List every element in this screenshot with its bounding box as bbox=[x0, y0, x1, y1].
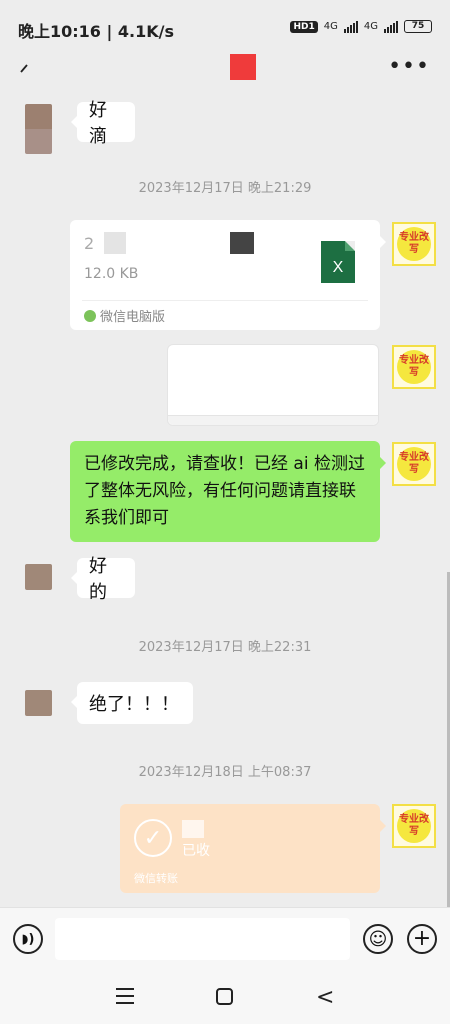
my-avatar[interactable]: 专业改写 bbox=[392, 345, 436, 389]
file-name: 2 bbox=[84, 234, 95, 253]
transfer-label: 微信转账 bbox=[134, 872, 178, 885]
contact-avatar-small[interactable] bbox=[25, 104, 52, 154]
message-text: 好的 bbox=[89, 556, 107, 603]
file-source-label: 微信电脑版 bbox=[100, 310, 166, 325]
message-text: 好滴 bbox=[89, 100, 107, 147]
incoming-message[interactable]: 好的 bbox=[71, 556, 135, 603]
outgoing-message[interactable]: 已修改完成，请查收！已经 ai 检测过了整体无风险，有任何问题请直接联系我们即可 bbox=[70, 441, 386, 542]
contact-avatar-small[interactable] bbox=[25, 564, 52, 590]
chat-header: ••• bbox=[0, 52, 450, 92]
status-bar: 晚上10:16 | 4.1K/s HD1 4G 4G 75 bbox=[0, 0, 450, 52]
divider bbox=[82, 300, 368, 301]
message-text: 已修改完成，请查收！已经 ai 检测过了整体无风险，有任何问题请直接联系我们即可 bbox=[84, 454, 365, 528]
battery-icon: 75 bbox=[404, 20, 432, 33]
timestamp: 2023年12月18日 上午08:37 bbox=[138, 765, 312, 780]
my-avatar-text: 专业改写 bbox=[397, 350, 431, 384]
file-source: 微信电脑版 bbox=[84, 306, 165, 325]
transfer-message[interactable]: ✓ 已收 微信转账 bbox=[120, 804, 386, 893]
file-size: 12.0 KB bbox=[84, 266, 139, 282]
message-text: 绝了！！！ bbox=[89, 694, 179, 715]
message-input[interactable] bbox=[55, 918, 350, 960]
redacted-block bbox=[104, 232, 126, 254]
excel-icon-letter: X bbox=[332, 259, 344, 276]
network-label-1: 4G bbox=[323, 21, 338, 32]
my-avatar[interactable]: 专业改写 bbox=[392, 222, 436, 266]
check-icon: ✓ bbox=[134, 819, 172, 857]
chat-messages[interactable]: 好滴 2023年12月17日 晚上21:29 2 12.0 KB X 微信电脑版… bbox=[0, 92, 450, 912]
my-avatar-text: 专业改写 bbox=[397, 447, 431, 481]
my-avatar-text: 专业改写 bbox=[397, 809, 431, 843]
home-icon[interactable] bbox=[216, 988, 233, 1005]
contact-avatar[interactable] bbox=[230, 54, 256, 80]
network-label-2: 4G bbox=[363, 21, 378, 32]
incoming-message[interactable]: 好滴 bbox=[71, 100, 135, 147]
voice-input-button[interactable]: ◗) bbox=[13, 924, 43, 954]
emoji-button[interactable]: ☺ bbox=[363, 924, 393, 954]
hd-badge: HD1 bbox=[290, 20, 318, 33]
transfer-status: 已收 bbox=[182, 843, 210, 859]
nav-back-icon[interactable]: < bbox=[316, 985, 334, 1010]
more-actions-button[interactable]: + bbox=[407, 924, 437, 954]
redacted-block bbox=[182, 820, 204, 838]
signal-icon-2 bbox=[384, 20, 398, 33]
status-icons: HD1 4G 4G 75 bbox=[290, 20, 432, 33]
my-avatar-text: 专业改写 bbox=[397, 227, 431, 261]
input-bar: ◗) ☺ + bbox=[0, 907, 450, 969]
my-avatar[interactable]: 专业改写 bbox=[392, 442, 436, 486]
excel-file-icon: X bbox=[321, 241, 355, 283]
system-nav-bar: < bbox=[0, 969, 450, 1024]
signal-icon bbox=[343, 20, 358, 33]
image-footer bbox=[168, 415, 378, 425]
wechat-icon bbox=[84, 309, 96, 322]
timestamp: 2023年12月17日 晚上21:29 bbox=[138, 181, 312, 196]
incoming-message[interactable]: 绝了！！！ bbox=[71, 682, 193, 724]
status-time: 晚上10:16 | 4.1K/s bbox=[18, 22, 175, 41]
file-message[interactable]: 2 12.0 KB X 微信电脑版 bbox=[70, 220, 386, 330]
image-message[interactable] bbox=[167, 344, 379, 426]
redacted-block bbox=[230, 232, 254, 254]
contact-avatar-small[interactable] bbox=[25, 690, 52, 716]
timestamp: 2023年12月17日 晚上22:31 bbox=[138, 640, 312, 655]
my-avatar[interactable]: 专业改写 bbox=[392, 804, 436, 848]
back-arrow-icon[interactable] bbox=[18, 58, 38, 78]
recent-apps-icon[interactable] bbox=[116, 988, 134, 1004]
more-options-icon[interactable]: ••• bbox=[388, 56, 430, 78]
